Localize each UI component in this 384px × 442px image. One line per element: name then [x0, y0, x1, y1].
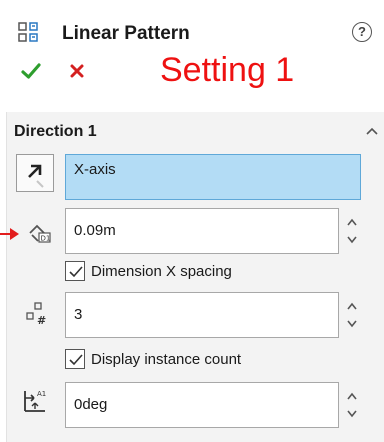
svg-text:D1: D1	[41, 235, 51, 243]
cancel-button[interactable]	[66, 60, 88, 82]
spinner-icon	[347, 302, 357, 328]
spacing-icon: D1	[26, 219, 52, 245]
angle-icon: A1	[22, 386, 48, 412]
setting-annotation: Setting 1	[160, 51, 295, 89]
panel-title: Linear Pattern	[62, 23, 190, 44]
checkmark-icon	[21, 63, 41, 79]
angle-spinner[interactable]	[345, 385, 359, 425]
chevron-up-icon[interactable]	[364, 124, 380, 136]
ok-button[interactable]	[20, 60, 42, 82]
svg-text:A1: A1	[37, 390, 46, 398]
dimension-spacing-checkbox[interactable]: Dimension X spacing	[65, 261, 232, 281]
dimension-spacing-label: Dimension X spacing	[91, 262, 232, 280]
svg-text:#: #	[37, 314, 46, 326]
checkmark-icon	[69, 354, 83, 366]
instance-count-spinner[interactable]	[345, 295, 359, 335]
spinner-icon	[347, 218, 357, 244]
linear-pattern-panel: Linear Pattern ? Setting 1 Direction 1 X…	[0, 0, 384, 442]
direction-section-title: Direction 1	[14, 123, 97, 140]
instance-count-input[interactable]: 3	[65, 292, 339, 338]
linear-pattern-icon	[18, 22, 40, 44]
help-icon[interactable]: ?	[352, 22, 372, 42]
instance-count-icon: #	[25, 300, 51, 327]
spacing-spinner[interactable]	[345, 211, 359, 251]
spinner-icon	[347, 392, 357, 418]
display-instance-count-checkbox[interactable]: Display instance count	[65, 349, 241, 369]
spacing-input[interactable]: 0.09m	[65, 208, 339, 254]
display-instance-count-label: Display instance count	[91, 350, 242, 368]
checkmark-icon	[69, 266, 83, 278]
direction-reference-field[interactable]: X-axis	[65, 154, 361, 200]
checkbox-box[interactable]	[65, 349, 85, 369]
close-icon	[70, 64, 84, 78]
reverse-direction-icon	[28, 164, 44, 188]
checkbox-box[interactable]	[65, 261, 85, 281]
angle-input[interactable]: 0deg	[65, 382, 339, 428]
annotation-arrow-head	[10, 228, 19, 240]
reverse-direction-button[interactable]	[16, 154, 54, 192]
